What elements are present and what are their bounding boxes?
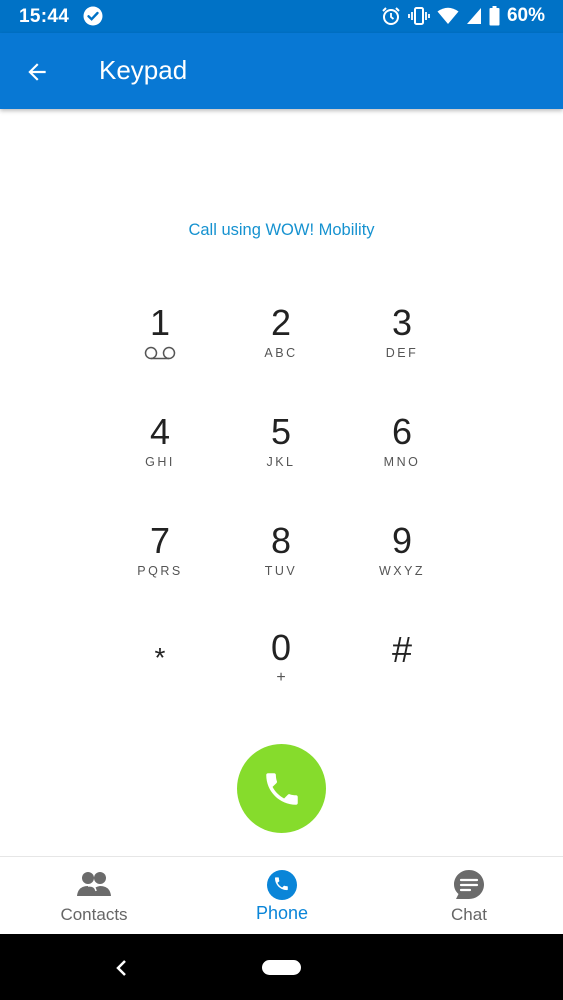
voicemail-icon <box>105 346 215 360</box>
key-star[interactable]: * <box>105 630 215 720</box>
key-6[interactable]: 6 MNO <box>347 412 457 502</box>
key-digit: # <box>391 629 413 670</box>
nav-label: Phone <box>255 903 309 923</box>
key-0[interactable]: 0 + <box>226 628 336 718</box>
back-button[interactable] <box>14 49 60 95</box>
status-time: 15:44 <box>19 6 70 27</box>
call-using-link[interactable]: Call using WOW! Mobility <box>0 221 563 240</box>
nav-label: Chat <box>451 905 487 924</box>
key-digit: * <box>154 642 166 673</box>
key-digit: 2 <box>270 302 292 343</box>
signal-icon <box>466 8 481 24</box>
key-digit: 3 <box>391 302 413 343</box>
key-9[interactable]: 9 WXYZ <box>347 521 457 611</box>
phone-icon <box>265 772 298 805</box>
system-nav-bar <box>0 934 563 1000</box>
arrow-left-icon <box>28 63 46 81</box>
key-letters: MNO <box>383 455 421 469</box>
battery-percent: 60% <box>506 5 545 26</box>
phone-icon <box>188 869 376 901</box>
key-digit: 5 <box>270 411 292 452</box>
key-letters: + <box>276 669 286 686</box>
nav-contacts[interactable]: Contacts <box>0 857 188 935</box>
nav-label: Contacts <box>60 905 128 924</box>
system-home-button[interactable] <box>262 960 301 975</box>
key-letters: GHI <box>145 455 175 469</box>
key-hash[interactable]: # <box>347 630 457 720</box>
status-icons: 60% <box>381 5 545 27</box>
key-digit: 6 <box>391 411 413 452</box>
key-digit: 4 <box>149 411 171 452</box>
nav-phone[interactable]: Phone <box>188 857 376 935</box>
key-digit: 8 <box>270 520 292 561</box>
key-letters: DEF <box>385 346 419 360</box>
status-bar: 15:44 60% <box>0 0 563 33</box>
screen: 15:44 60% Keypad Call using WOW! Mobilit… <box>0 0 563 1000</box>
key-3[interactable]: 3 DEF <box>347 303 457 393</box>
contacts-icon <box>0 869 188 901</box>
key-7[interactable]: 7 PQRS <box>105 521 215 611</box>
call-button[interactable] <box>237 744 326 833</box>
key-letters: WXYZ <box>378 564 426 578</box>
nav-chat[interactable]: Chat <box>375 857 563 935</box>
wifi-icon <box>437 7 459 24</box>
key-2[interactable]: 2 ABC <box>226 303 336 393</box>
chat-icon <box>375 869 563 901</box>
key-8[interactable]: 8 TUV <box>226 521 336 611</box>
key-digit: 0 <box>270 627 292 668</box>
bottom-nav: Contacts Phone Chat <box>0 856 563 934</box>
key-1[interactable]: 1 <box>105 303 215 393</box>
battery-icon <box>489 6 500 26</box>
key-letters: JKL <box>266 455 296 469</box>
key-digit: 7 <box>149 520 171 561</box>
key-4[interactable]: 4 GHI <box>105 412 215 502</box>
alarm-icon <box>382 7 400 25</box>
key-letters: PQRS <box>137 564 183 578</box>
key-digit: 9 <box>391 520 413 561</box>
key-letters: TUV <box>264 564 298 578</box>
key-digit: 1 <box>149 302 171 343</box>
check-circle-icon <box>83 6 103 26</box>
page-title: Keypad <box>99 55 188 85</box>
vibrate-icon <box>408 7 430 25</box>
system-back-icon[interactable] <box>108 954 136 982</box>
key-5[interactable]: 5 JKL <box>226 412 336 502</box>
app-bar: Keypad <box>0 33 563 109</box>
key-letters: ABC <box>264 346 298 360</box>
